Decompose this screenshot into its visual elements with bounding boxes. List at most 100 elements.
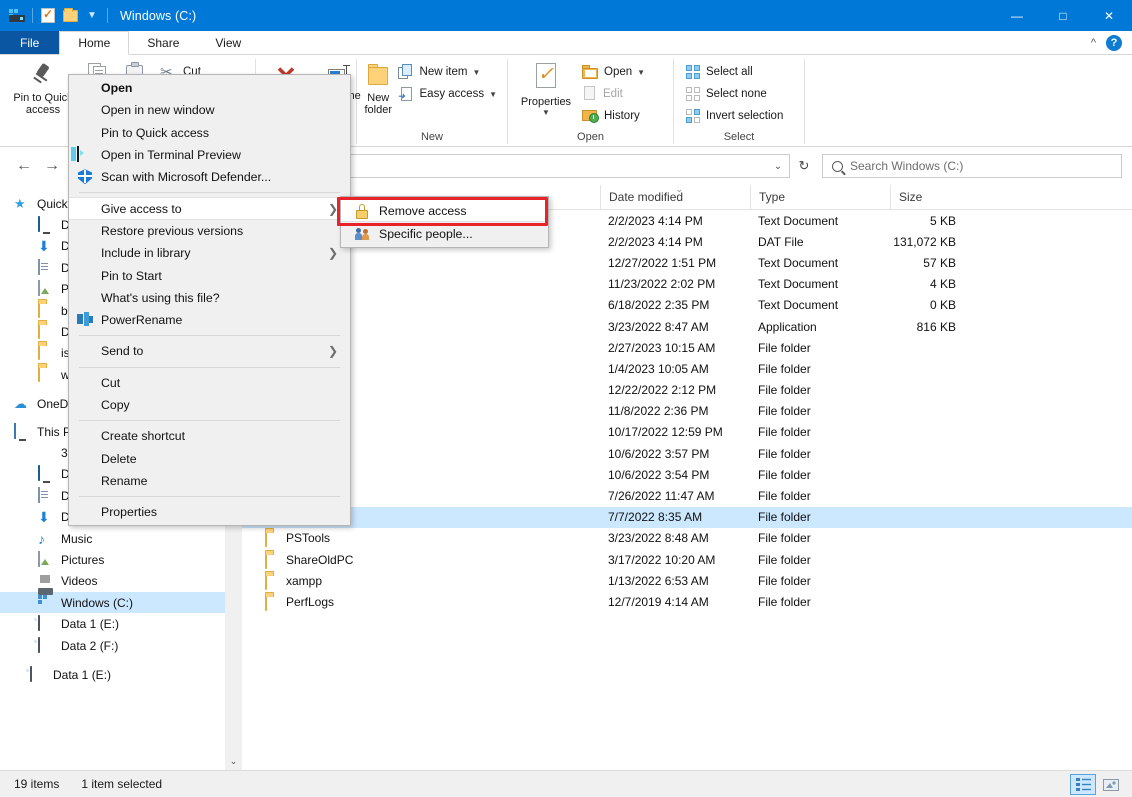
table-row[interactable]: ShareOldPC3/17/2022 10:20 AMFile folder [242, 549, 1132, 570]
file-name-cell[interactable]: PSTools [242, 528, 600, 549]
menu-item-open-in-new-window[interactable]: Open in new window [69, 99, 350, 121]
tab-file[interactable]: File [0, 31, 59, 54]
submenu-item-specific-people[interactable]: Specific people... [341, 222, 548, 245]
menu-item-whats-using-this-file[interactable]: What's using this file? [69, 287, 350, 309]
help-icon[interactable]: ? [1106, 35, 1122, 51]
menu-item-properties[interactable]: Properties [69, 501, 350, 523]
table-row[interactable]: xampp1/13/2022 6:53 AMFile folder [242, 570, 1132, 591]
date-modified-cell: 7/26/2022 11:47 AM [600, 485, 750, 506]
table-row[interactable]: iles (x86)10/6/2022 3:57 PMFile folder [242, 443, 1132, 464]
tab-share[interactable]: Share [129, 31, 197, 54]
edit-label: Edit [603, 88, 623, 100]
sidebar-item-data-1-e[interactable]: Data 1 (E:) [0, 613, 225, 634]
sidebar-item-music[interactable]: ♪ Music [0, 528, 225, 549]
menu-item-copy[interactable]: Copy [69, 394, 350, 416]
open-button[interactable]: Open ▼ [578, 61, 649, 83]
invert-selection-button[interactable]: Invert selection [682, 105, 787, 127]
refresh-button[interactable]: ↻ [790, 154, 818, 178]
menu-item-create-shortcut[interactable]: Create shortcut [69, 425, 350, 447]
menu-item-pin-to-quick-access[interactable]: Pin to Quick access [69, 122, 350, 144]
menu-item-open-in-terminal-preview[interactable]: Open in Terminal Preview [69, 144, 350, 166]
column-header-date-modified[interactable]: ⌄ Date modified [600, 185, 750, 210]
edit-button[interactable]: Edit [578, 83, 649, 105]
chevron-down-icon[interactable]: ▼ [81, 5, 103, 27]
forward-button[interactable]: → [38, 153, 66, 179]
checkbox[interactable] [246, 532, 259, 545]
scroll-down-arrow-icon[interactable]: ⌄ [225, 753, 242, 770]
chevron-down-icon[interactable]: ▼ [489, 90, 497, 99]
file-name-cell[interactable]: PerfLogs [242, 591, 600, 612]
table-row[interactable]: PerfLogs12/7/2019 4:14 AMFile folder [242, 591, 1132, 612]
table-row[interactable]: PSTools3/23/2022 8:48 AMFile folder [242, 528, 1132, 549]
close-button[interactable]: ✕ [1086, 0, 1132, 31]
submenu-item-remove-access[interactable]: Remove access [341, 199, 548, 222]
menu-item-cut[interactable]: Cut [69, 372, 350, 394]
column-header-type[interactable]: Type [750, 185, 890, 210]
sidebar-item-videos[interactable]: Videos [0, 571, 225, 592]
checkbox[interactable] [246, 595, 259, 608]
menu-item-scan-with-defender[interactable]: Scan with Microsoft Defender... [69, 166, 350, 188]
menu-item-open[interactable]: Open [69, 77, 350, 99]
details-view-button[interactable] [1070, 774, 1096, 795]
table-row[interactable]: 2/27/2023 10:15 AMFile folder [242, 337, 1132, 358]
menu-item-label: Copy [101, 398, 130, 412]
window-controls: — □ ✕ [994, 0, 1132, 31]
new-item-button[interactable]: New item ▼ [394, 61, 501, 83]
select-all-label: Select all [706, 66, 753, 78]
drive-icon[interactable] [6, 5, 28, 27]
minimize-button[interactable]: — [994, 0, 1040, 31]
menu-item-restore-previous-versions[interactable]: Restore previous versions [69, 220, 350, 242]
column-header-size[interactable]: Size [890, 185, 968, 210]
sidebar-item-data-2-f[interactable]: Data 2 (F:) [0, 635, 225, 656]
new-folder-button[interactable]: New folder [363, 59, 394, 116]
properties-icon[interactable] [37, 5, 59, 27]
collapse-ribbon-icon[interactable]: ^ [1091, 37, 1096, 49]
table-row[interactable]: 10/17/2022 12:59 PMFile folder [242, 422, 1132, 443]
tab-view[interactable]: View [197, 31, 259, 54]
menu-item-send-to[interactable]: Send to ❯ [69, 340, 350, 362]
pin-to-quick-access-button[interactable]: Pin to Quick access [12, 59, 74, 116]
desktop-icon [38, 217, 54, 233]
history-button[interactable]: History [578, 105, 649, 127]
table-row[interactable]: iles11/8/2022 2:36 PMFile folder [242, 401, 1132, 422]
sidebar-item-windows-c[interactable]: Windows (C:) [0, 592, 225, 613]
table-row[interactable]: e3/23/2022 8:47 AMApplication816 KB [242, 316, 1132, 337]
chevron-down-icon[interactable]: ⌄ [767, 161, 789, 172]
file-name-cell[interactable]: xampp [242, 570, 600, 591]
sidebar-item-pictures-pc[interactable]: Pictures [0, 549, 225, 570]
table-row[interactable]: 7/26/2022 11:47 AMFile folder [242, 485, 1132, 506]
sidebar-item-data-1-e-network[interactable]: Data 1 (E:) [0, 664, 225, 685]
table-row[interactable]: 1/4/2023 10:05 AMFile folder [242, 358, 1132, 379]
select-none-button[interactable]: Select none [682, 83, 787, 105]
menu-item-include-in-library[interactable]: Include in library ❯ [69, 242, 350, 264]
menu-item-label: Cut [101, 376, 120, 390]
checkbox[interactable] [246, 574, 259, 587]
maximize-button[interactable]: □ [1040, 0, 1086, 31]
table-row[interactable]: 12/27/2022 1:51 PMText Document57 KB [242, 252, 1132, 273]
pc-icon [14, 424, 30, 440]
easy-access-button[interactable]: ➜ Easy access ▼ [394, 83, 501, 105]
new-folder-icon[interactable] [59, 5, 81, 27]
menu-item-delete[interactable]: Delete [69, 447, 350, 469]
properties-button[interactable]: ✓ Properties ▼ [514, 59, 578, 117]
chevron-down-icon[interactable]: ▼ [542, 108, 550, 117]
table-row[interactable]: ig.txt11/23/2022 2:02 PMText Document4 K… [242, 274, 1132, 295]
back-button[interactable]: ← [10, 153, 38, 179]
table-row[interactable]: dateBlocks10/6/2022 3:54 PMFile folder [242, 464, 1132, 485]
file-name-cell[interactable]: ShareOldPC [242, 549, 600, 570]
table-row[interactable]: ✓myShare7/7/2022 8:35 AMFile folder [242, 507, 1132, 528]
tab-home[interactable]: Home [59, 31, 129, 55]
chevron-down-icon[interactable]: ▼ [472, 68, 480, 77]
select-all-button[interactable]: Select all [682, 61, 787, 83]
menu-item-powerrename[interactable]: PowerRename [69, 309, 350, 331]
search-placeholder: Search Windows (C:) [850, 159, 963, 173]
table-row[interactable]: xt6/18/2022 2:35 PMText Document0 KB [242, 295, 1132, 316]
menu-item-pin-to-start[interactable]: Pin to Start [69, 264, 350, 286]
menu-item-rename[interactable]: Rename [69, 470, 350, 492]
checkbox[interactable] [246, 553, 259, 566]
large-icons-view-button[interactable] [1098, 774, 1124, 795]
search-input[interactable]: Search Windows (C:) [822, 154, 1122, 178]
chevron-down-icon[interactable]: ▼ [637, 68, 645, 77]
menu-item-give-access-to[interactable]: Give access to ❯ [69, 197, 350, 219]
table-row[interactable]: 12/22/2022 2:12 PMFile folder [242, 380, 1132, 401]
